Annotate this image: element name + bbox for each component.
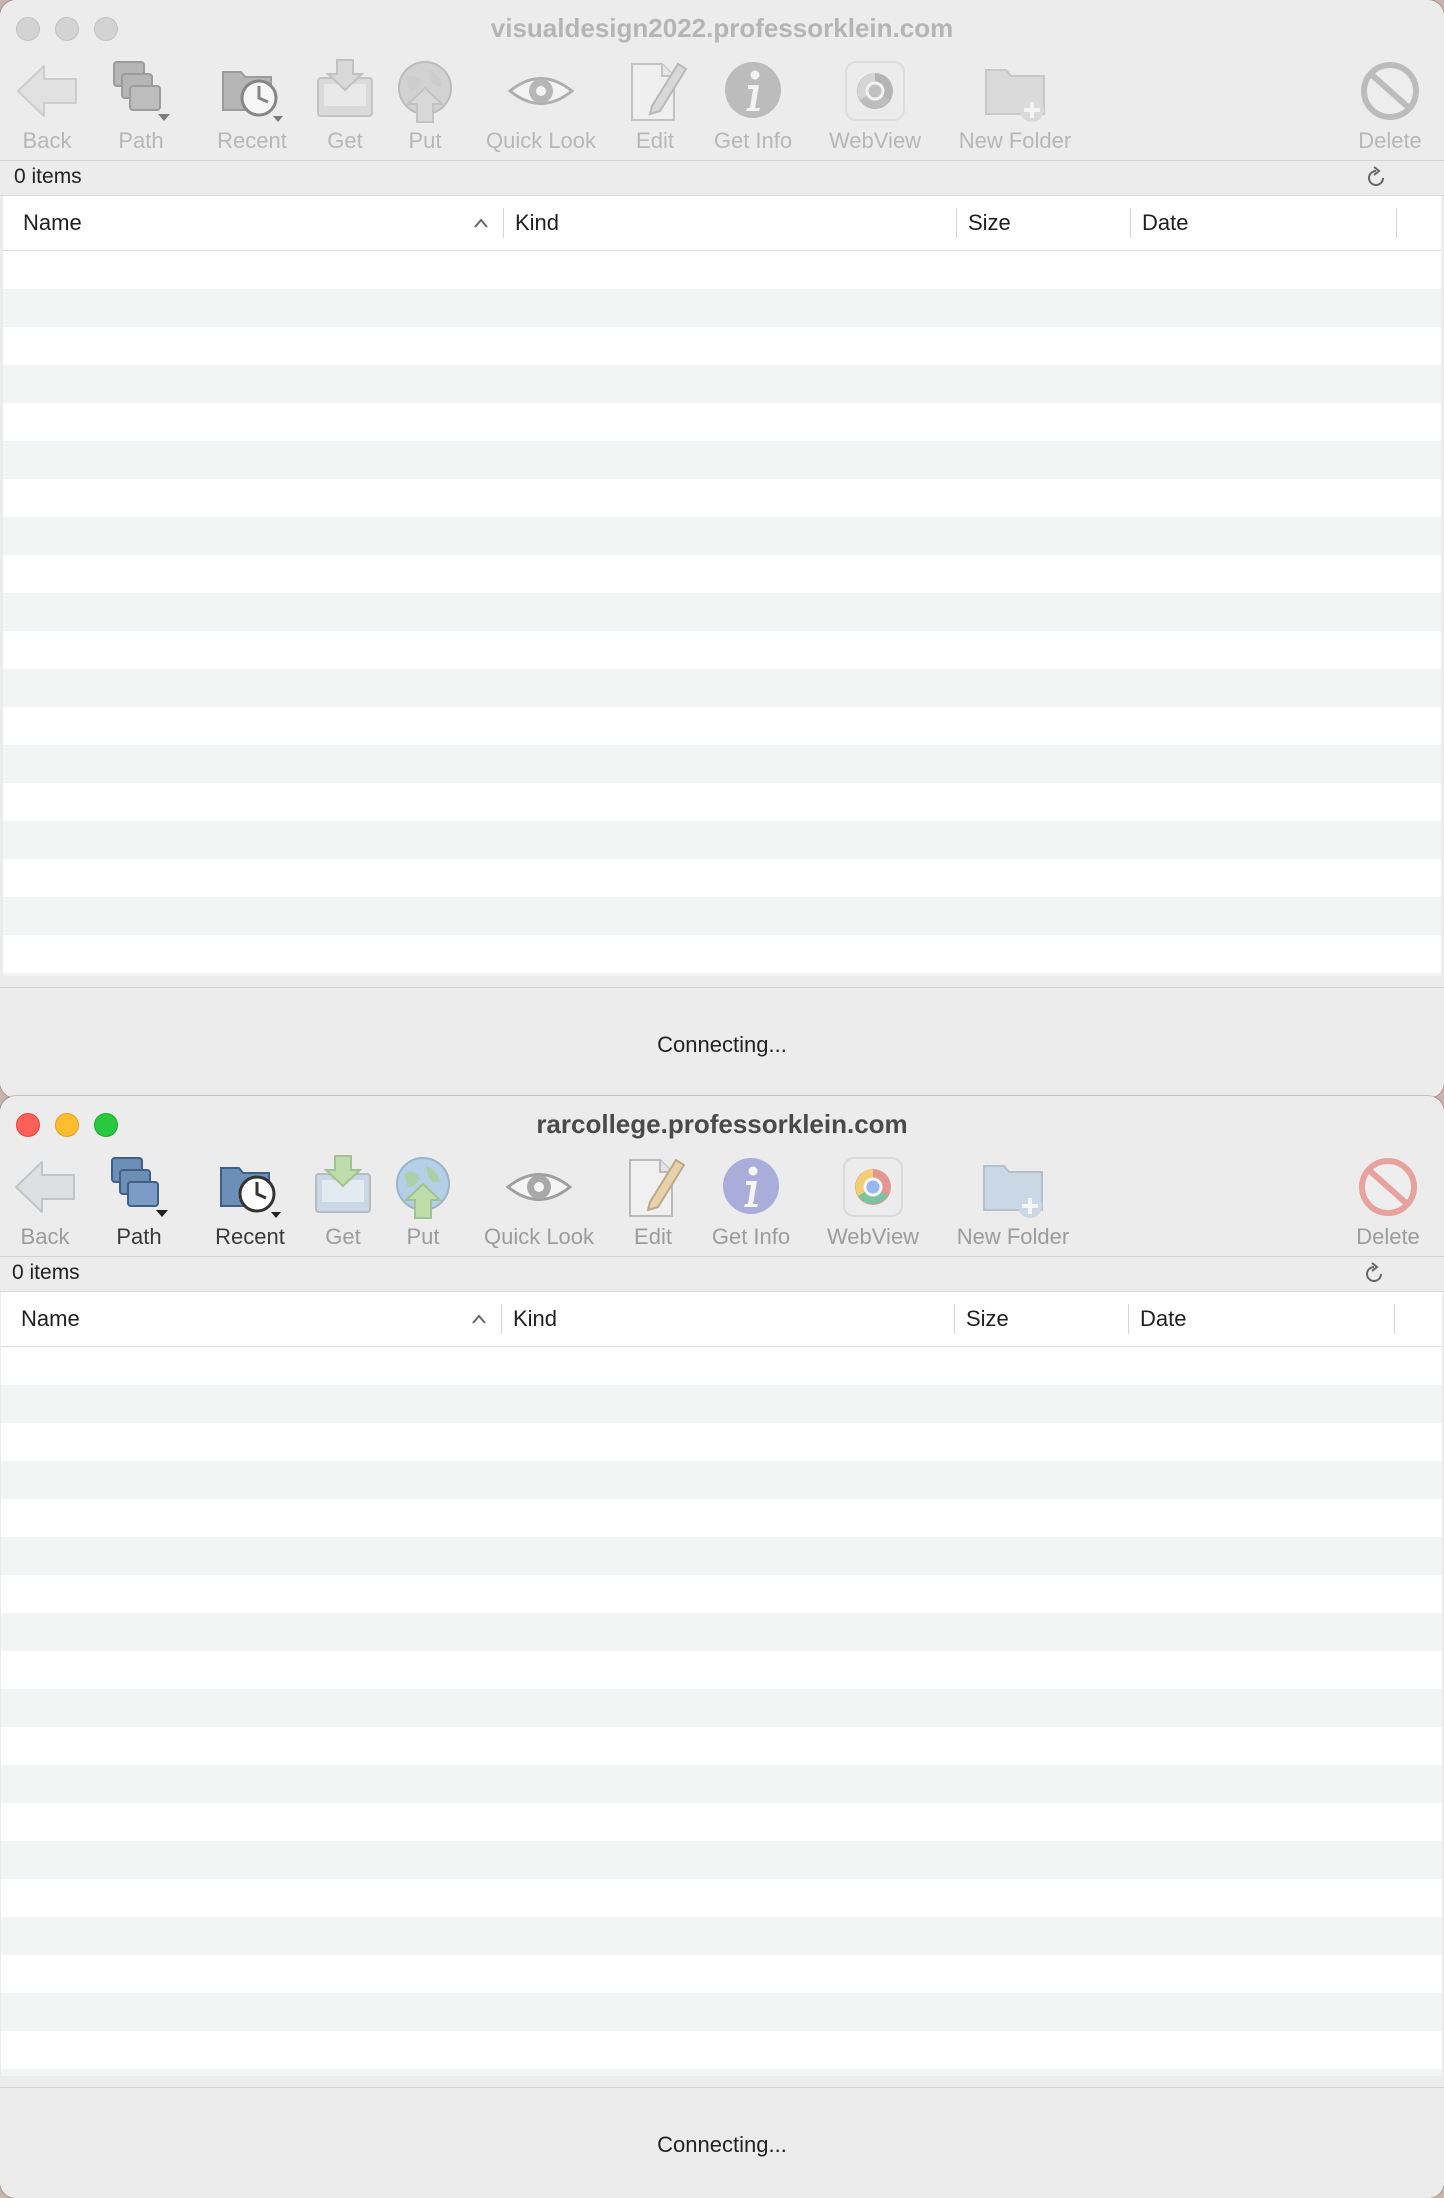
info-icon (693, 58, 813, 124)
browser-icon (813, 1154, 933, 1220)
column-size[interactable]: Size (966, 1292, 1009, 1346)
title-bar[interactable]: visualdesign2022.professorklein.com (0, 0, 1444, 56)
upload-globe-icon (365, 58, 485, 124)
quick-look-button[interactable]: Quick Look (479, 1152, 599, 1256)
sort-ascending-icon (471, 1312, 487, 1326)
column-separator[interactable] (1128, 1304, 1129, 1334)
connection-status: Connecting... (657, 1032, 787, 1057)
quick-look-label: Quick Look (483, 1224, 595, 1249)
browser-icon (815, 58, 935, 124)
eye-icon (479, 1154, 599, 1220)
file-list[interactable]: Name Kind Size Date (3, 196, 1441, 976)
delete-label: Delete (1358, 128, 1422, 153)
upload-globe-icon (363, 1154, 483, 1220)
column-separator[interactable] (501, 1304, 502, 1334)
column-name[interactable]: Name (23, 196, 82, 250)
footer: Connecting... (0, 2087, 1444, 2198)
sort-ascending-icon (473, 216, 489, 230)
refresh-icon[interactable] (1364, 166, 1388, 190)
path-label: Path (116, 1224, 162, 1249)
new-folder-button[interactable]: New Folder (955, 56, 1075, 160)
eye-icon (481, 58, 601, 124)
delete-prohibited-icon (1328, 1154, 1444, 1220)
column-name[interactable]: Name (21, 1292, 80, 1346)
get-info-label: Get Info (713, 128, 793, 153)
column-separator[interactable] (956, 208, 957, 238)
column-date[interactable]: Date (1142, 196, 1188, 250)
delete-button[interactable]: Delete (1330, 56, 1444, 160)
webview-label: WebView (826, 1224, 920, 1249)
quick-look-label: Quick Look (485, 128, 597, 153)
get-info-button[interactable]: Get Info (691, 1152, 811, 1256)
webview-button[interactable]: WebView (813, 1152, 933, 1256)
path-button[interactable]: Path (81, 56, 201, 160)
column-kind[interactable]: Kind (513, 1292, 557, 1346)
column-kind[interactable]: Kind (515, 196, 559, 250)
footer: Connecting... (0, 987, 1444, 1098)
item-count: 0 items (12, 1261, 80, 1284)
item-count: 0 items (14, 165, 82, 188)
column-size[interactable]: Size (968, 196, 1011, 250)
column-separator[interactable] (954, 1304, 955, 1334)
status-bar: 0 items (0, 160, 1444, 196)
refresh-icon[interactable] (1362, 1262, 1386, 1286)
column-separator[interactable] (503, 208, 504, 238)
get-info-label: Get Info (711, 1224, 791, 1249)
column-separator[interactable] (1130, 208, 1131, 238)
file-rows[interactable] (3, 251, 1441, 976)
new-folder-icon (953, 1154, 1073, 1220)
file-rows[interactable] (1, 1347, 1442, 2076)
put-button[interactable]: Put (363, 1152, 483, 1256)
webview-button[interactable]: WebView (815, 56, 935, 160)
delete-prohibited-icon (1330, 58, 1444, 124)
column-separator[interactable] (1394, 1304, 1395, 1334)
column-date[interactable]: Date (1140, 1292, 1186, 1346)
path-label: Path (118, 128, 164, 153)
path-stack-icon (81, 58, 201, 124)
path-stack-icon (79, 1154, 199, 1220)
column-header: Name Kind Size Date (3, 196, 1441, 251)
quick-look-button[interactable]: Quick Look (481, 56, 601, 160)
new-folder-button[interactable]: New Folder (953, 1152, 1073, 1256)
put-button[interactable]: Put (365, 56, 485, 160)
webview-label: WebView (828, 128, 922, 153)
status-bar: 0 items (0, 1256, 1444, 1292)
get-info-button[interactable]: Get Info (693, 56, 813, 160)
file-list[interactable]: Name Kind Size Date (1, 1292, 1442, 2076)
ftp-window[interactable]: visualdesign2022.professorklein.com Back… (0, 0, 1444, 1098)
put-label: Put (406, 1224, 440, 1249)
toolbar: Back Path Recent Get Put Quick Look Edit… (0, 1152, 1444, 1256)
column-header: Name Kind Size Date (1, 1292, 1442, 1347)
ftp-window[interactable]: rarcollege.professorklein.com Back Path … (0, 1096, 1444, 2198)
new-folder-label: New Folder (956, 1224, 1070, 1249)
connection-status: Connecting... (657, 2132, 787, 2157)
path-button[interactable]: Path (79, 1152, 199, 1256)
delete-label: Delete (1356, 1224, 1420, 1249)
title-bar[interactable]: rarcollege.professorklein.com (0, 1096, 1444, 1152)
delete-button[interactable]: Delete (1328, 1152, 1444, 1256)
info-icon (691, 1154, 811, 1220)
window-title: visualdesign2022.professorklein.com (490, 13, 954, 43)
put-label: Put (408, 128, 442, 153)
window-title: rarcollege.professorklein.com (536, 1109, 908, 1139)
toolbar: Back Path Recent Get Put Quick Look Edit… (0, 56, 1444, 160)
new-folder-label: New Folder (958, 128, 1072, 153)
new-folder-icon (955, 58, 1075, 124)
column-separator[interactable] (1396, 208, 1397, 238)
